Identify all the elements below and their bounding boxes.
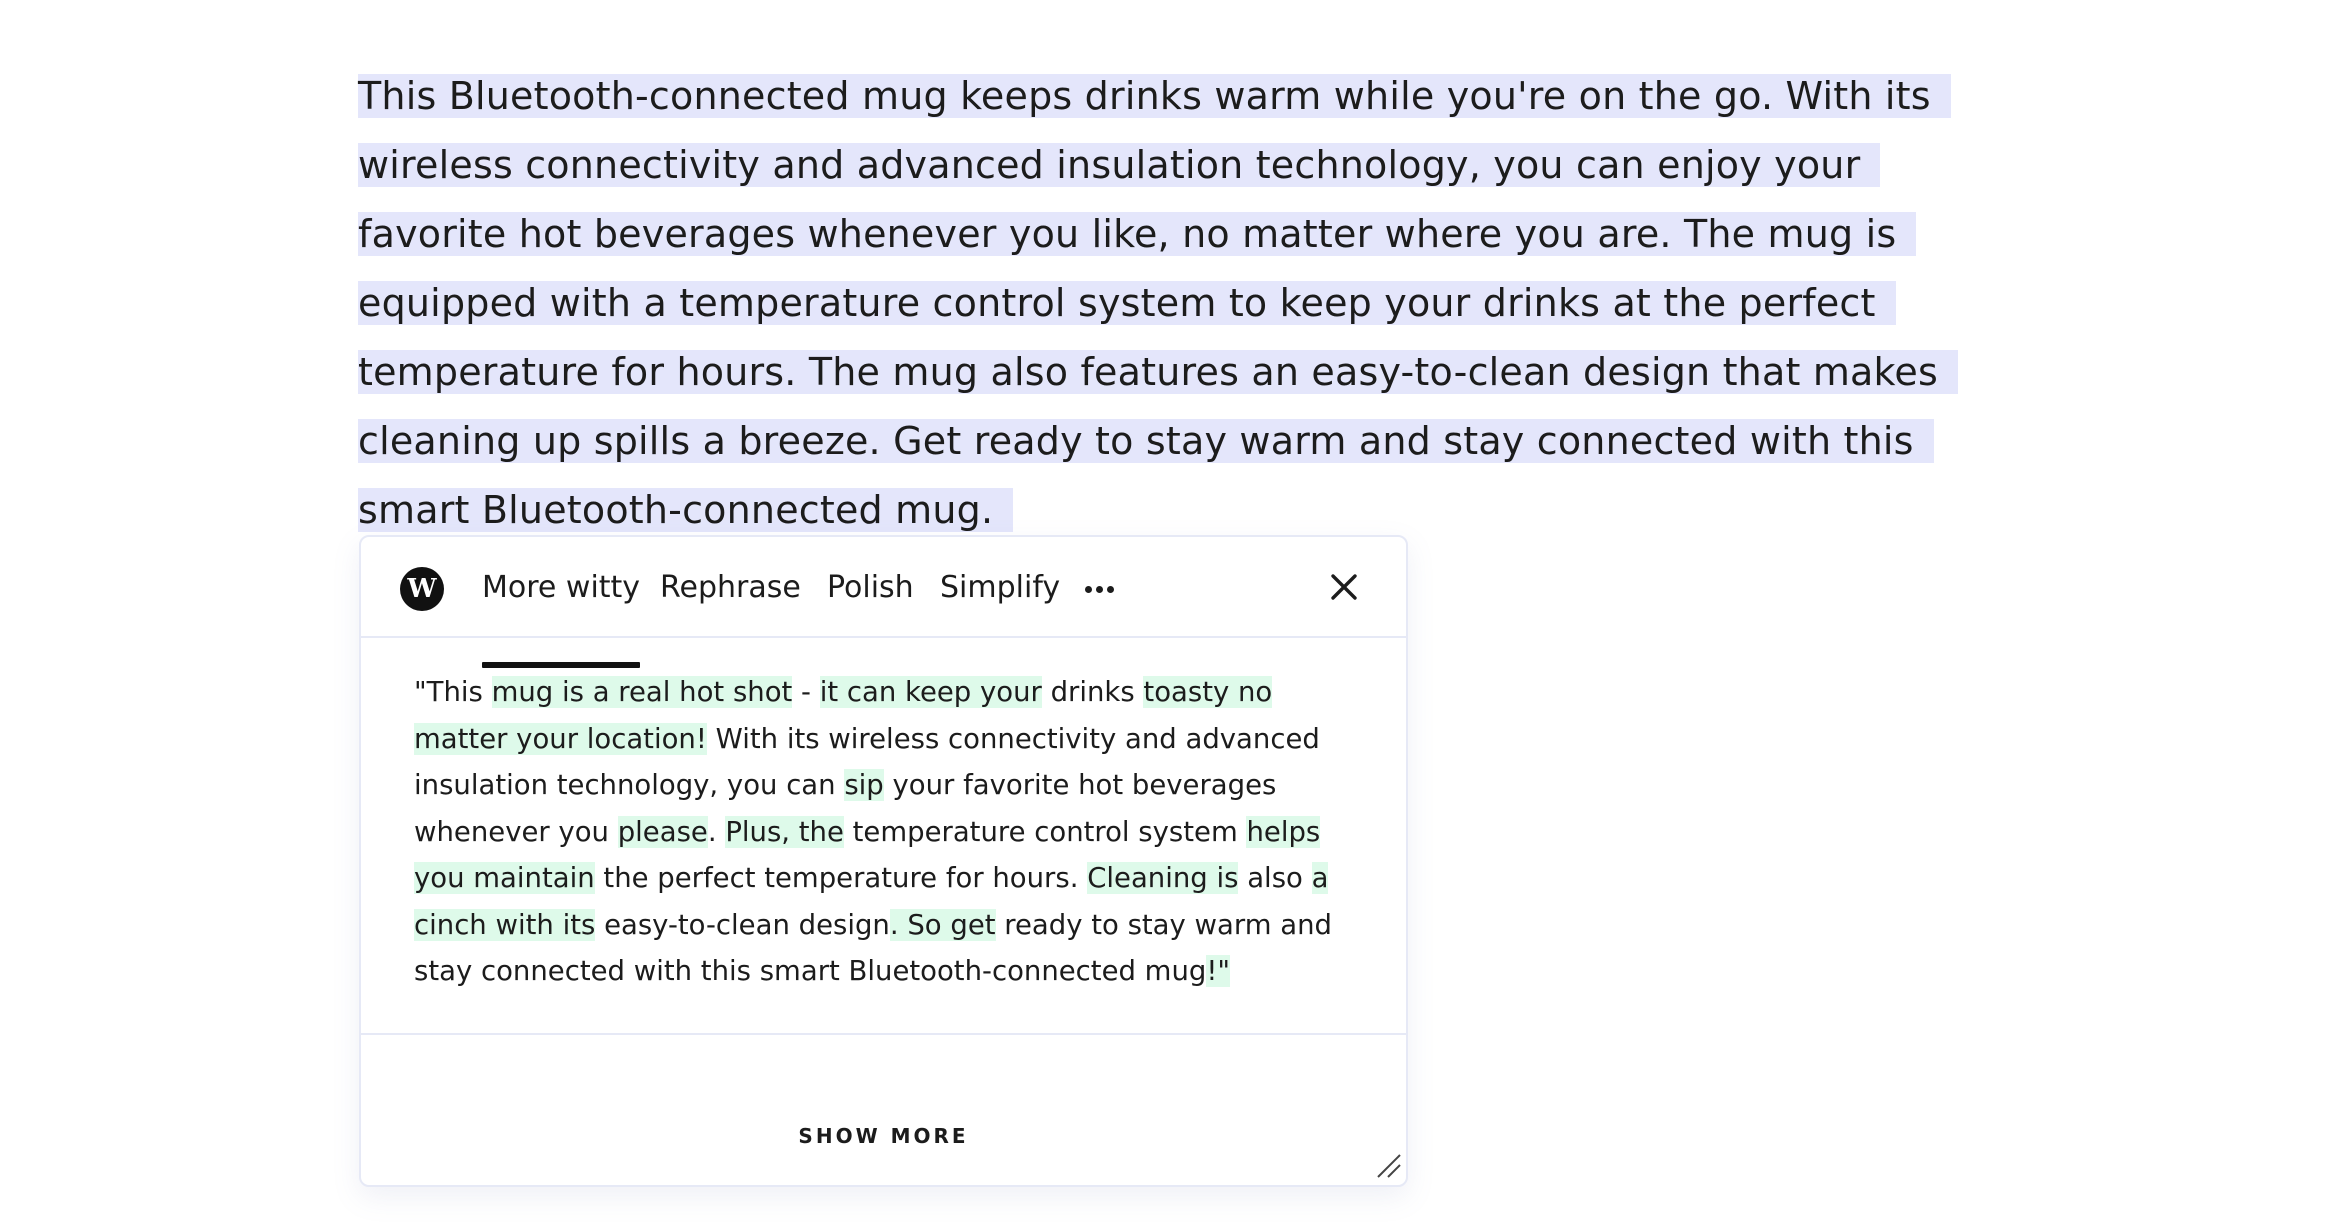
divider [361, 1033, 1406, 1035]
changed-phrase: !" [1206, 955, 1231, 987]
resize-handle-icon[interactable] [1376, 1153, 1402, 1179]
editor-page: This Bluetooth-connected mug keeps drink… [0, 0, 2326, 1224]
unchanged-phrase: "This [414, 676, 492, 708]
unchanged-phrase: also [1238, 862, 1312, 894]
tab-rephrase[interactable]: Rephrase [660, 567, 801, 609]
changed-phrase: mug is a real hot shot [491, 676, 793, 708]
selected-line: wireless connectivity and advanced insul… [358, 131, 1898, 200]
unchanged-phrase: - [792, 676, 820, 708]
selected-line: temperature for hours. The mug also feat… [358, 338, 1958, 407]
unchanged-phrase: easy-to-clean design [595, 908, 890, 941]
tab-simplify[interactable]: Simplify [940, 567, 1060, 609]
tab-more-witty[interactable]: More witty [482, 567, 641, 668]
selected-line: This Bluetooth-connected mug keeps drink… [358, 62, 1951, 131]
changed-phrase: Cleaning is [1087, 862, 1239, 894]
changed-phrase: sip [844, 769, 884, 801]
close-icon[interactable] [1326, 569, 1362, 605]
unchanged-phrase: . [707, 815, 726, 848]
changed-phrase: Plus, the [725, 815, 844, 848]
rewrite-popup: W More witty Rephrase Polish Simplify "T… [359, 535, 1408, 1187]
selected-line: equipped with a temperature control syst… [358, 269, 1898, 338]
suggestion-text[interactable]: "This mug is a real hot shot - it can ke… [414, 669, 1334, 995]
show-more-button[interactable]: SHOW MORE [361, 1124, 1406, 1148]
selected-line: favorite hot beverages whenever you like… [358, 200, 1917, 269]
tab-polish[interactable]: Polish [827, 567, 914, 609]
selected-paragraph[interactable]: This Bluetooth-connected mug keeps drink… [358, 62, 1958, 545]
changed-phrase: . So get [889, 908, 996, 941]
changed-phrase: it can keep your [819, 676, 1042, 708]
selected-line: cleaning up spills a breeze. Get ready t… [358, 407, 1934, 476]
wordtune-logo-icon: W [400, 567, 444, 611]
ellipsis-icon[interactable] [1085, 586, 1114, 593]
unchanged-phrase: temperature control system [843, 815, 1247, 848]
unchanged-phrase: the perfect temperature for hours. [594, 862, 1088, 894]
popup-header: W More witty Rephrase Polish Simplify [361, 537, 1406, 668]
unchanged-phrase: drinks [1041, 676, 1144, 708]
changed-phrase: please [617, 815, 708, 848]
